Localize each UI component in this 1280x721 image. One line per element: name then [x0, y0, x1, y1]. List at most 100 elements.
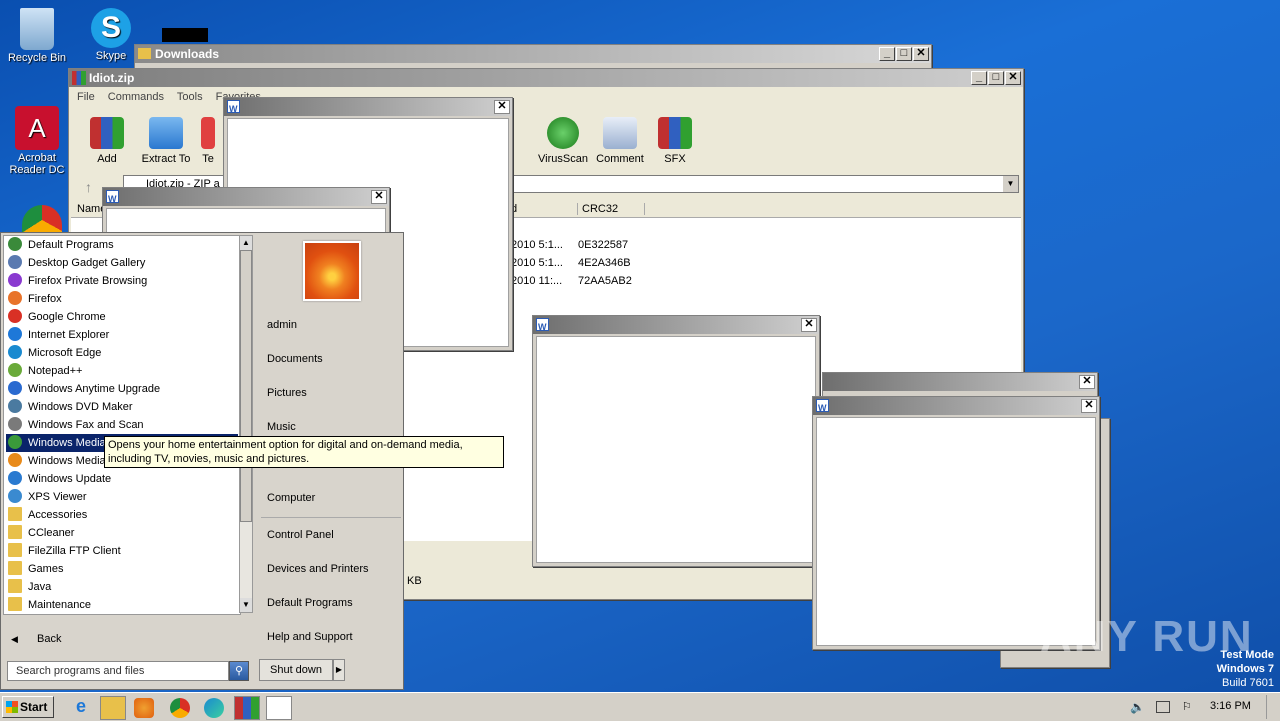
- close-button[interactable]: ✕: [801, 318, 817, 332]
- blank-window-3[interactable]: ✕: [532, 315, 820, 567]
- music-link[interactable]: Music: [267, 421, 296, 433]
- acrobat-icon[interactable]: A Acrobat Reader DC: [0, 106, 74, 176]
- documents-link[interactable]: Documents: [267, 353, 323, 365]
- close-button[interactable]: ✕: [1081, 399, 1097, 413]
- program-item[interactable]: Internet Explorer: [6, 326, 238, 344]
- close-button[interactable]: ✕: [371, 190, 387, 204]
- maximize-button[interactable]: □: [988, 71, 1004, 85]
- scroll-down-icon[interactable]: ▼: [240, 598, 252, 612]
- program-item[interactable]: Accessories: [6, 506, 238, 524]
- sfx-button[interactable]: SFX: [645, 117, 705, 165]
- col-crc[interactable]: CRC32: [577, 203, 645, 215]
- program-item[interactable]: Default Programs: [6, 236, 238, 254]
- computer-link[interactable]: Computer: [267, 492, 315, 504]
- scroll-up-icon[interactable]: ▲: [240, 236, 252, 250]
- virusscan-button[interactable]: VirusScan: [533, 117, 593, 165]
- blank-window-4[interactable]: ✕: [822, 372, 1098, 398]
- pictures-link[interactable]: Pictures: [267, 387, 307, 399]
- wordpad-taskbar-icon[interactable]: [266, 696, 292, 720]
- program-label: Notepad++: [28, 365, 83, 377]
- chrome-desktop-icon[interactable]: [22, 205, 62, 235]
- user-picture-icon[interactable]: [303, 241, 361, 301]
- program-item[interactable]: Games: [6, 560, 238, 578]
- table-row[interactable]: 2010 11:... 72AA5AB2: [511, 275, 632, 287]
- programs-list[interactable]: Default Programs Desktop Gadget Gallery Fi…: [3, 235, 241, 615]
- program-item[interactable]: Maintenance: [6, 596, 238, 614]
- program-item[interactable]: Windows Anytime Upgrade: [6, 380, 238, 398]
- media-player-taskbar-icon[interactable]: [134, 698, 154, 718]
- close-button[interactable]: ✕: [1079, 375, 1095, 389]
- close-button[interactable]: ✕: [1005, 71, 1021, 85]
- program-item[interactable]: CCleaner: [6, 524, 238, 542]
- comment-button[interactable]: Comment: [590, 117, 650, 165]
- programs-scrollbar[interactable]: ▲ ▼: [239, 235, 253, 613]
- tray-flag-icon[interactable]: ⚐: [1182, 700, 1192, 713]
- table-row[interactable]: 2010 5:1... 4E2A346B: [511, 257, 631, 269]
- minimize-button[interactable]: _: [879, 47, 895, 61]
- menu-file[interactable]: File: [77, 91, 95, 103]
- folder-icon: [8, 597, 22, 611]
- extract-to-button[interactable]: Extract To: [136, 117, 196, 165]
- recycle-bin-icon[interactable]: Recycle Bin: [0, 8, 74, 64]
- test-button[interactable]: Te: [193, 117, 223, 165]
- program-item[interactable]: Firefox: [6, 290, 238, 308]
- search-input[interactable]: Search programs and files: [7, 661, 229, 681]
- program-item[interactable]: Notepad++: [6, 362, 238, 380]
- scroll-thumb[interactable]: [240, 250, 252, 522]
- control-panel-link[interactable]: Control Panel: [267, 529, 334, 541]
- program-label: Java: [28, 581, 52, 593]
- program-item[interactable]: Windows DVD Maker: [6, 398, 238, 416]
- table-row[interactable]: 2010 5:1... 0E322587: [511, 239, 628, 251]
- titlebar[interactable]: [823, 373, 1097, 391]
- explorer-taskbar-icon[interactable]: [100, 696, 126, 720]
- downloads-title: Downloads: [155, 47, 220, 61]
- back-button[interactable]: ◀ Back: [11, 633, 61, 645]
- default-programs-link[interactable]: Default Programs: [267, 597, 353, 609]
- program-item[interactable]: Java: [6, 578, 238, 596]
- devices-printers-link[interactable]: Devices and Printers: [267, 563, 369, 575]
- titlebar[interactable]: [813, 397, 1099, 415]
- program-item[interactable]: Microsoft Edge: [6, 344, 238, 362]
- up-arrow-icon[interactable]: ↑: [85, 179, 92, 195]
- dropdown-arrow-icon[interactable]: ▼: [1003, 176, 1018, 192]
- show-desktop-button[interactable]: [1266, 695, 1279, 719]
- wordpad-icon: [227, 100, 240, 116]
- ie-taskbar-icon[interactable]: e: [68, 696, 94, 720]
- tray-volume-icon[interactable]: 🔈: [1130, 700, 1145, 714]
- edge-taskbar-icon[interactable]: [204, 698, 224, 718]
- program-icon: [8, 453, 22, 467]
- chrome-taskbar-icon[interactable]: [170, 698, 190, 718]
- search-icon[interactable]: ⚲: [229, 661, 249, 681]
- program-item[interactable]: FileZilla FTP Client: [6, 542, 238, 560]
- program-item[interactable]: Windows Update: [6, 470, 238, 488]
- menu-commands[interactable]: Commands: [108, 91, 164, 103]
- close-button[interactable]: ✕: [913, 47, 929, 61]
- downloads-titlebar[interactable]: Downloads: [135, 45, 931, 63]
- menu-tools[interactable]: Tools: [177, 91, 203, 103]
- start-button[interactable]: Start: [2, 696, 54, 718]
- shutdown-options-button[interactable]: ▶: [333, 659, 345, 681]
- program-item[interactable]: XPS Viewer: [6, 488, 238, 506]
- maximize-button[interactable]: □: [896, 47, 912, 61]
- shutdown-button[interactable]: Shut down: [259, 659, 333, 681]
- close-button[interactable]: ✕: [494, 100, 510, 114]
- user-link[interactable]: admin: [267, 319, 297, 331]
- titlebar[interactable]: [224, 98, 512, 116]
- program-item[interactable]: Google Chrome: [6, 308, 238, 326]
- add-button[interactable]: Add: [77, 117, 137, 165]
- titlebar[interactable]: [533, 316, 819, 334]
- clock-text: 3:16 PM: [1210, 700, 1251, 712]
- downloads-window[interactable]: Downloads _ □ ✕: [134, 44, 932, 70]
- tray-network-icon[interactable]: [1156, 701, 1170, 713]
- program-label: Default Programs: [28, 239, 114, 251]
- window-body: [536, 336, 816, 563]
- minimize-button[interactable]: _: [971, 71, 987, 85]
- help-support-link[interactable]: Help and Support: [267, 631, 353, 643]
- winrar-taskbar-icon[interactable]: [234, 696, 260, 720]
- program-item[interactable]: Windows Fax and Scan: [6, 416, 238, 434]
- program-item[interactable]: Desktop Gadget Gallery: [6, 254, 238, 272]
- winrar-titlebar[interactable]: Idiot.zip: [69, 69, 1023, 87]
- clock[interactable]: 3:16 PM: [1210, 700, 1251, 712]
- titlebar[interactable]: [103, 188, 389, 206]
- program-item[interactable]: Firefox Private Browsing: [6, 272, 238, 290]
